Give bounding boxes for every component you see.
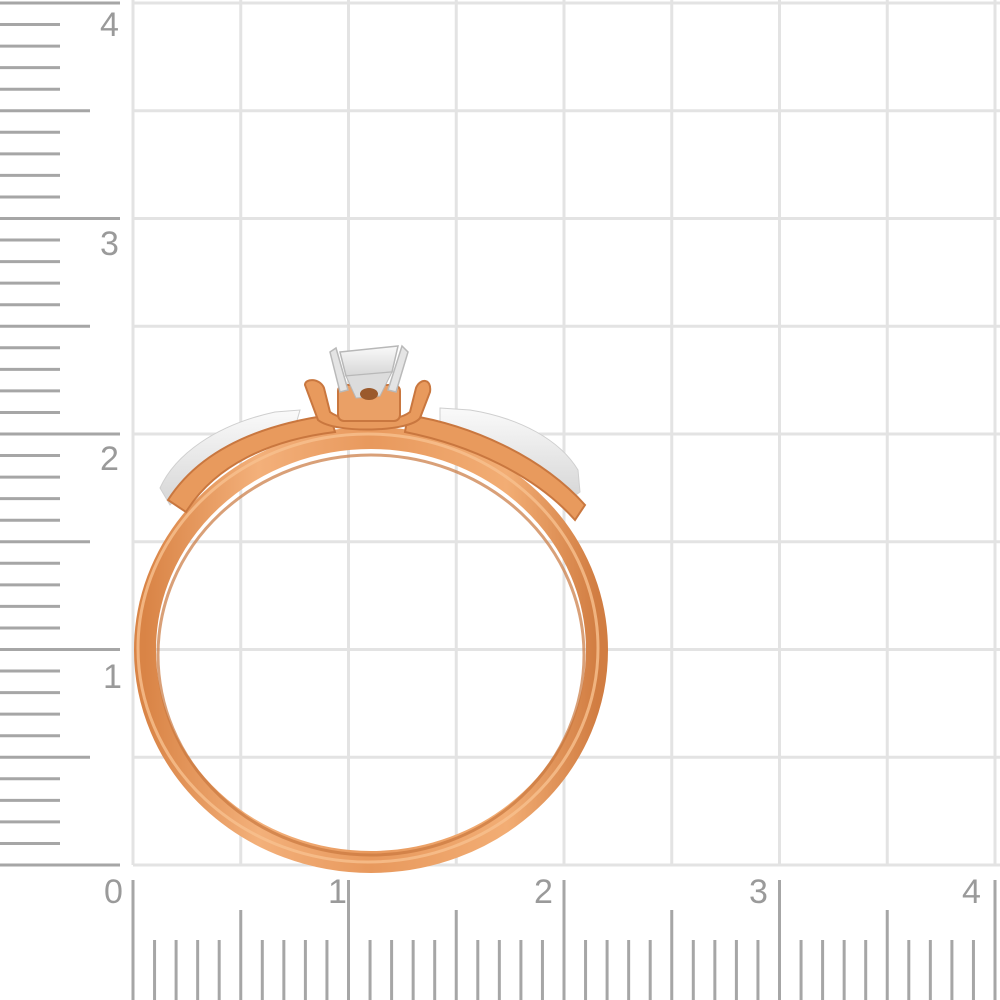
x-label-4: 4 bbox=[962, 873, 981, 911]
ring-icon bbox=[134, 344, 608, 873]
x-label-0: 0 bbox=[104, 873, 123, 911]
x-label-1: 1 bbox=[328, 873, 347, 911]
y-axis-labels: 4 3 2 1 bbox=[100, 6, 122, 696]
x-label-3: 3 bbox=[749, 873, 768, 911]
left-ruler bbox=[0, 1, 120, 867]
gemstone bbox=[339, 345, 399, 377]
y-label-3: 3 bbox=[100, 225, 119, 263]
y-label-2: 2 bbox=[100, 440, 119, 478]
gem-opening bbox=[360, 388, 378, 400]
x-axis-labels: 0 1 2 3 4 bbox=[104, 873, 981, 911]
product-photo: 0 1 2 3 4 4 3 2 1 bbox=[0, 0, 1000, 1000]
y-label-1: 1 bbox=[103, 658, 122, 696]
bottom-ruler bbox=[131, 880, 997, 1000]
x-label-2: 2 bbox=[534, 873, 553, 911]
y-label-4: 4 bbox=[100, 6, 119, 44]
